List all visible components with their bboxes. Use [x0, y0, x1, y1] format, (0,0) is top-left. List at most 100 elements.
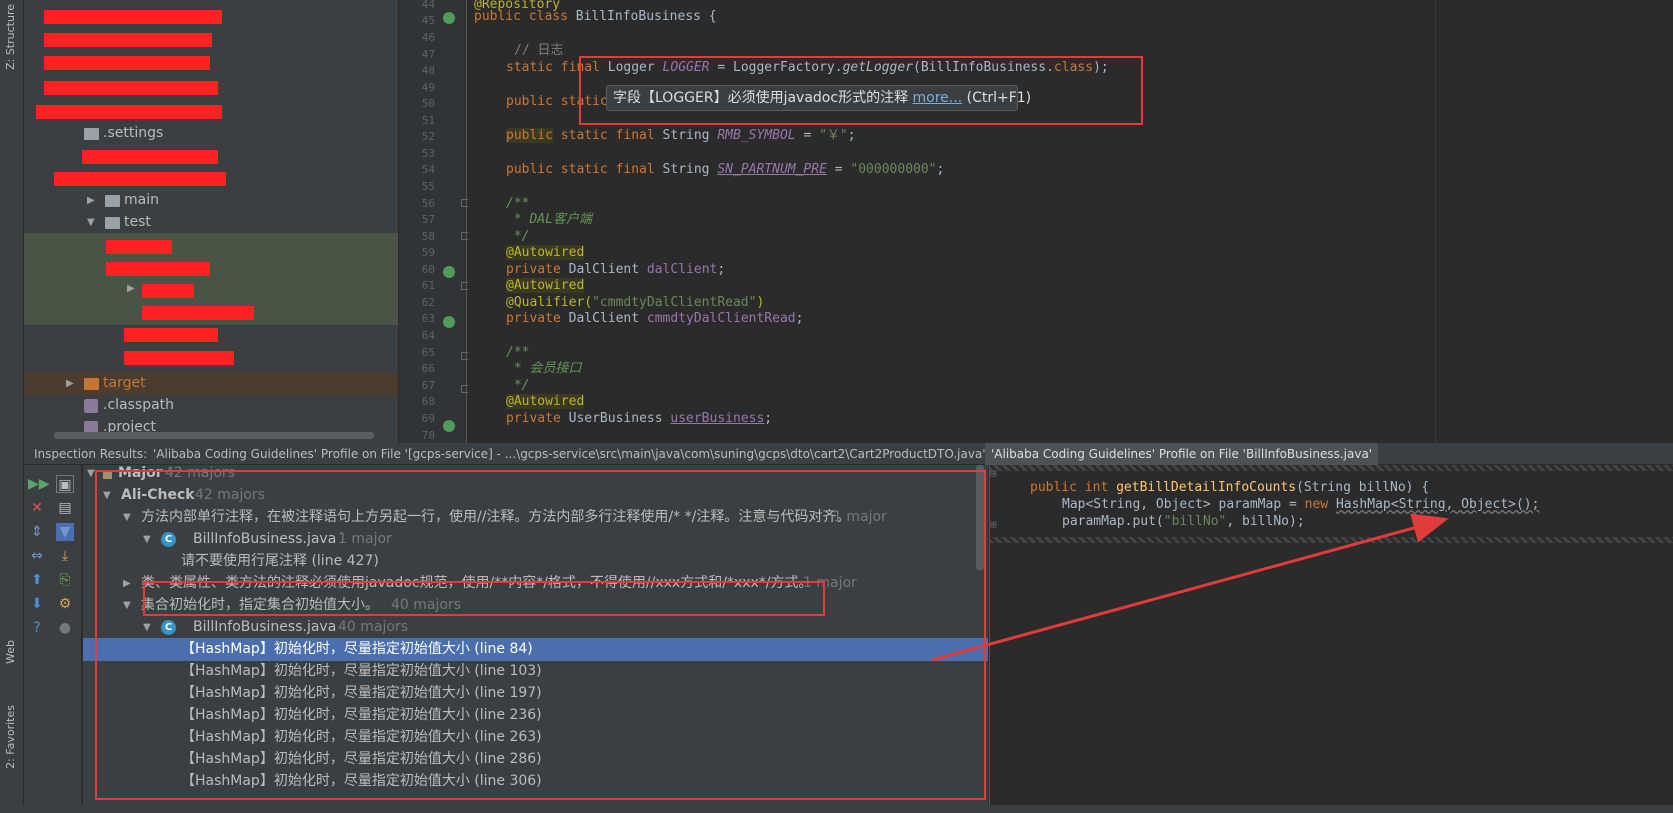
horizontal-scrollbar[interactable] — [54, 432, 374, 439]
expand-all-icon[interactable]: ⇕ — [28, 523, 46, 541]
torn-edge — [990, 465, 1673, 471]
code-line: /** — [506, 196, 530, 211]
arrow-up-icon[interactable]: ⬆ — [28, 571, 46, 589]
line-number: 51 — [421, 114, 435, 127]
code-preview[interactable]: ⊞ ⊞ public int getBillDetailInfoCounts(S… — [989, 465, 1673, 813]
code-line: private DalClient cmmdtyDalClientRead; — [506, 311, 804, 326]
line-number: 48 — [421, 64, 435, 77]
tree-item-settings[interactable]: .settings — [24, 122, 398, 145]
code-line: private UserBusiness userBusiness; — [506, 411, 773, 426]
fold-icon[interactable]: ⊞ — [990, 518, 997, 531]
line-number: 58 — [421, 230, 435, 243]
line-number: 65 — [421, 346, 435, 359]
line-number: 67 — [421, 379, 435, 392]
line-number: 50 — [421, 97, 435, 110]
line-number: 69 — [421, 412, 435, 425]
help-icon[interactable]: ? — [28, 619, 46, 637]
settings-icon[interactable]: ⚙ — [56, 595, 74, 613]
code-line: public class BillInfoBusiness { — [474, 9, 717, 24]
redacted-label — [44, 33, 212, 47]
redacted-label — [124, 351, 234, 365]
favorites-tool-button[interactable]: 2: Favorites — [4, 705, 17, 769]
autowired-icon[interactable] — [443, 266, 455, 278]
file-icon — [84, 399, 98, 413]
preview-line: Map<String, Object> paramMap = new HashM… — [1062, 497, 1540, 512]
line-number: 68 — [421, 395, 435, 408]
line-number: 70 — [421, 429, 435, 442]
web-tool-button[interactable]: Web — [4, 640, 17, 664]
code-line: * DAL客户端 — [506, 212, 592, 227]
fold-icon[interactable]: ⊞ — [990, 467, 997, 480]
group-icon[interactable]: ▣ — [56, 475, 74, 493]
line-number: 44 — [421, 0, 435, 11]
export-icon[interactable]: ⤓ — [56, 547, 74, 565]
code-line: @Autowired — [506, 394, 585, 409]
folder-icon — [84, 378, 99, 390]
bean-icon[interactable] — [443, 12, 455, 24]
project-tree[interactable]: .settings ▶ main ▼ test ▶ ▶ target .clas… — [24, 0, 398, 443]
preview-line: paramMap.put("billNo", billNo); — [1062, 514, 1305, 529]
line-number: 49 — [421, 81, 435, 94]
code-line: */ — [506, 378, 530, 393]
editor-gutter: 44 45 46 47 48 49 50 51 52 53 54 55 56 5… — [399, 0, 469, 443]
redacted-label — [106, 240, 172, 254]
structure-tool-button[interactable]: Z: Structure — [4, 4, 17, 70]
code-line: @Autowired — [506, 278, 585, 293]
redacted-label — [142, 284, 194, 298]
torn-edge — [990, 537, 1673, 543]
arrow-down-icon[interactable]: ⬇ — [28, 595, 46, 613]
redacted-label — [82, 150, 218, 164]
line-number: 62 — [421, 296, 435, 309]
line-number: 46 — [421, 31, 435, 44]
inspection-toolbar: ▶▶ ▣ ✕ ▤ ⇕ ▼ ⇔ ⤓ ⬆ ⎘ ⬇ ⚙ ? ● — [24, 465, 82, 813]
collapse-all-icon[interactable]: ⇔ — [28, 547, 46, 565]
line-number: 52 — [421, 130, 435, 143]
line-number: 54 — [421, 163, 435, 176]
close-icon[interactable]: ✕ — [28, 499, 46, 517]
tree-item-target[interactable]: ▶ target — [24, 372, 398, 395]
autowired-icon[interactable] — [443, 420, 455, 432]
tree-item-main[interactable]: ▶ main — [24, 189, 398, 212]
inspection-label: Inspection Results: — [34, 447, 148, 461]
redacted-label — [106, 262, 210, 276]
chevron-right-icon[interactable]: ▶ — [66, 372, 76, 395]
code-line: public static final String SN_PARTNUM_PR… — [506, 162, 945, 177]
inspection-results-header: Inspection Results: 'Alibaba Coding Guid… — [24, 443, 1673, 465]
line-number: 55 — [421, 180, 435, 193]
apply-fix-icon[interactable]: ⎘ — [56, 571, 74, 589]
code-line: private DalClient dalClient; — [506, 262, 726, 277]
highlight-box — [143, 581, 825, 616]
tree-item-test[interactable]: ▼ test — [24, 211, 398, 234]
lightbulb-icon[interactable]: ● — [56, 619, 74, 637]
redacted-label — [44, 81, 218, 95]
line-number: 64 — [421, 329, 435, 342]
code-line: @Qualifier("cmmdtyDalClientRead") — [506, 295, 765, 310]
redacted-label — [36, 105, 222, 119]
line-number: 61 — [421, 279, 435, 292]
preview-line: public int getBillDetailInfoCounts(Strin… — [1030, 480, 1430, 495]
redacted-label — [44, 10, 222, 24]
code-line: public static final String RMB_SYMBOL = … — [506, 128, 856, 143]
chevron-right-icon[interactable]: ▶ — [127, 283, 137, 294]
folder-icon — [105, 195, 120, 207]
line-number: 66 — [421, 362, 435, 375]
redacted-label — [142, 306, 254, 320]
rerun-icon[interactable]: ▶▶ — [28, 475, 50, 493]
group-by-icon[interactable]: ▤ — [56, 499, 74, 517]
tree-item-classpath[interactable]: .classpath — [24, 394, 398, 417]
highlight-box — [579, 56, 1143, 125]
tab-bill-info-business[interactable]: 'Alibaba Coding Guidelines' Profile on F… — [985, 443, 1379, 465]
filter-icon[interactable]: ▼ — [56, 523, 74, 541]
right-margin-guide — [1435, 0, 1436, 443]
line-number: 63 — [421, 312, 435, 325]
redacted-label — [44, 56, 210, 70]
line-number: 60 — [421, 263, 435, 276]
redacted-label — [124, 328, 218, 342]
tab-cart2-product[interactable]: 'Alibaba Coding Guidelines' Profile on F… — [147, 443, 992, 465]
line-number: 53 — [421, 147, 435, 160]
chevron-right-icon[interactable]: ▶ — [87, 189, 97, 212]
code-line: // 日志 — [514, 43, 564, 58]
left-tool-strip: Z: Structure Web 2: Favorites — [0, 0, 24, 813]
chevron-down-icon[interactable]: ▼ — [87, 211, 97, 234]
autowired-icon[interactable] — [443, 316, 455, 328]
